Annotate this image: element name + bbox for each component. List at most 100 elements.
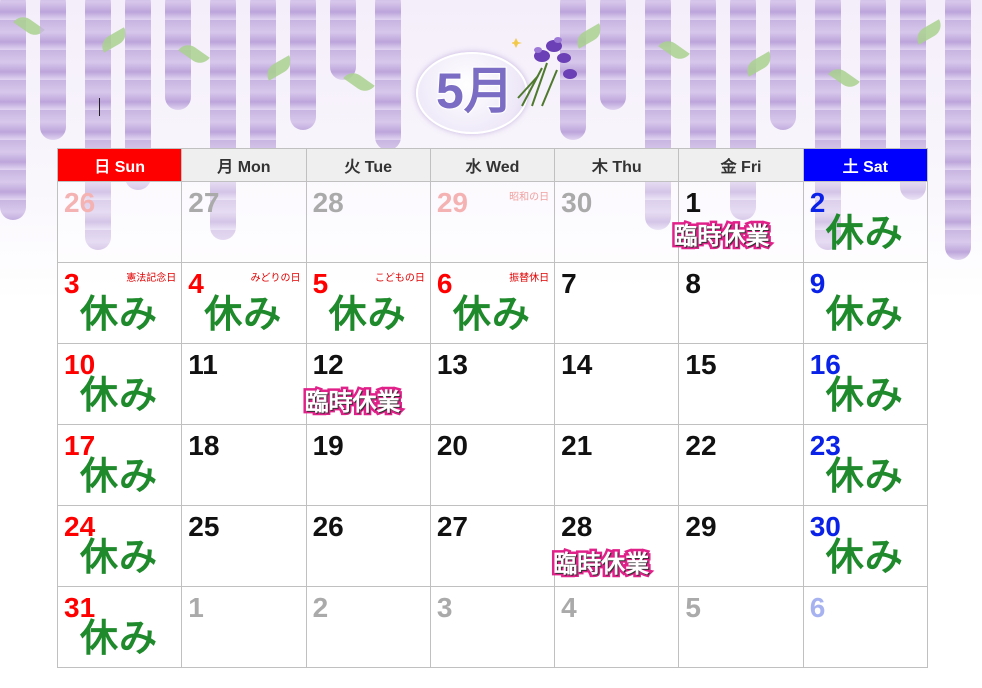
calendar-day-cell: 4 みどりの日休み (181, 262, 307, 344)
calendar-day-cell: 25 (181, 505, 307, 587)
closed-label: 休み (80, 537, 159, 579)
weekday-header-fri: 金 Fri (678, 148, 804, 182)
temporary-closure-label: 臨時休業 (671, 221, 772, 253)
calendar-day-cell: 1 臨時休業 (671, 181, 804, 263)
calendar-week-row: 31 休み 1 2 3 4 5 6 (56, 586, 929, 668)
day-number: 19 (312, 430, 344, 461)
closed-label: 休み (825, 537, 904, 579)
closed-label: 休み (452, 294, 531, 336)
day-number: 26 (64, 187, 96, 218)
day-number: 3 (64, 268, 80, 299)
wisteria-strand (40, 0, 66, 140)
weekday-header-mon: 月 Mon (181, 148, 307, 182)
calendar-grid: 日 Sun 月 Mon 火 Tue 水 Wed 木 Thu 金 Fri 土 Sa… (56, 148, 929, 668)
wisteria-strand (290, 0, 316, 130)
weekday-header-wed: 水 Wed (429, 148, 556, 182)
weekday-header-tue: 火 Tue (305, 148, 431, 182)
calendar-day-cell: 3 (429, 586, 556, 668)
calendar-day-cell: 5 こどもの日休み (305, 262, 431, 344)
calendar-day-cell: 30 休み (802, 505, 929, 587)
calendar-day-cell: 28 (305, 181, 431, 263)
day-number: 30 (561, 187, 593, 218)
closed-label: 休み (80, 618, 159, 660)
holiday-name: こどもの日 (374, 273, 425, 284)
calendar-day-cell: 31 休み (56, 586, 183, 668)
calendar-day-cell: 26 (305, 505, 431, 587)
calendar-day-cell: 11 (181, 343, 307, 425)
calendar-day-cell: 23 休み (802, 424, 929, 506)
calendar-day-cell: 29 (678, 505, 804, 587)
day-number: 6 (436, 268, 453, 299)
weekday-header-sun: 日 Sun (56, 148, 183, 182)
calendar-day-cell: 16 休み (802, 343, 929, 425)
day-number: 8 (685, 268, 701, 299)
day-number: 7 (561, 268, 577, 299)
calendar-day-cell: 27 (181, 181, 307, 263)
closed-label: 休み (328, 294, 407, 336)
closed-label: 休み (825, 294, 904, 336)
calendar-day-cell: 27 (429, 505, 556, 587)
day-number: 18 (188, 430, 220, 461)
temporary-closure-label: 臨時休業 (551, 549, 652, 581)
wisteria-strand (860, 0, 886, 170)
closed-label: 休み (204, 294, 283, 336)
calendar-day-cell: 20 (429, 424, 556, 506)
holiday-name: 昭和の日 (509, 192, 550, 203)
holiday-name: 振替休日 (509, 273, 550, 284)
wisteria-strand (330, 0, 356, 80)
day-number: 25 (188, 511, 220, 542)
day-number: 28 (561, 511, 593, 542)
calendar-day-cell: 5 (678, 586, 804, 668)
day-number: 12 (312, 349, 344, 380)
day-number: 15 (685, 349, 717, 380)
day-number: 27 (436, 511, 468, 542)
closed-label: 休み (80, 456, 159, 498)
calendar-day-cell: 21 (554, 424, 680, 506)
calendar-day-cell: 6 振替休日休み (429, 262, 556, 344)
calendar-day-cell: 22 (678, 424, 804, 506)
day-number: 5 (312, 268, 329, 299)
calendar-day-cell: 30 (554, 181, 680, 263)
calendar-week-row: 24 休み 25 26 27 28 臨時休業 29 30 休み (56, 505, 929, 587)
calendar-day-cell: 24 休み (56, 505, 183, 587)
calendar-day-cell: 3 憲法記念日 休み (56, 262, 183, 344)
day-number: 4 (561, 592, 577, 623)
text-cursor (99, 98, 100, 116)
calendar-day-cell: 19 (305, 424, 431, 506)
holiday-name: 憲法記念日 (126, 273, 177, 284)
day-number: 21 (561, 430, 593, 461)
day-number: 11 (188, 349, 218, 380)
wisteria-strand (250, 0, 276, 170)
calendar-day-cell: 26 (56, 181, 183, 263)
calendar-day-cell: 2 休み (802, 181, 929, 263)
day-number: 3 (436, 592, 453, 623)
calendar-day-cell: 13 (429, 343, 556, 425)
calendar-day-cell: 1 (181, 586, 307, 668)
wisteria-strand (0, 0, 26, 220)
day-number: 26 (312, 511, 344, 542)
calendar-day-cell: 2 (305, 586, 431, 668)
day-number: 6 (809, 592, 826, 623)
day-number: 1 (188, 592, 204, 623)
calendar-day-cell: 14 (554, 343, 680, 425)
calendar-week-row: 26 27 28 29 昭和の日 30 1 臨時休業 2 休み (56, 181, 929, 263)
calendar-day-cell: 15 (678, 343, 804, 425)
wisteria-strand (600, 0, 626, 110)
calendar-day-cell: 6 (802, 586, 929, 668)
day-number: 4 (188, 268, 204, 299)
day-number: 22 (685, 430, 717, 461)
calendar-day-cell: 28 臨時休業 (551, 505, 680, 587)
holiday-name: みどりの日 (250, 273, 301, 284)
day-number: 29 (685, 511, 717, 542)
calendar-week-row: 10 休み 11 12 臨時休業 13 14 15 16 休み (56, 343, 929, 425)
day-number: 14 (561, 349, 593, 380)
calendar-week-row: 3 憲法記念日 休み 4 みどりの日 休み 5 こどもの日 休み 6 振替休日 休み 7 8 9 休み (56, 262, 929, 344)
closed-label: 休み (825, 456, 904, 498)
closed-label: 休み (80, 375, 159, 417)
calendar-day-cell: 17 休み (56, 424, 183, 506)
calendar-day-cell: 12 臨時休業 (302, 343, 431, 425)
day-number: 2 (809, 187, 826, 218)
calendar-day-cell: 8 (678, 262, 804, 344)
wisteria-strand (375, 0, 401, 150)
wisteria-strand (770, 0, 796, 130)
